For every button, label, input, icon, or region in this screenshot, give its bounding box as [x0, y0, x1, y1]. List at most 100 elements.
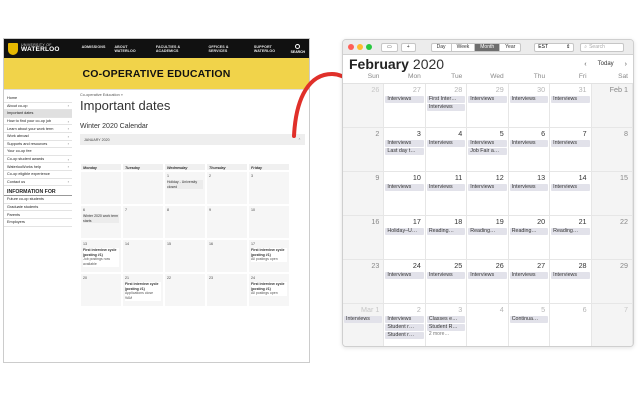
day-cell[interactable]: 31 Interviews — [550, 84, 592, 128]
calendar-event[interactable]: Continua… — [509, 316, 549, 323]
sidebar-item[interactable]: Your co-op fee — [4, 148, 72, 156]
calendar-event[interactable]: Interviews — [509, 96, 549, 103]
university-logo[interactable]: UNIVERSITY OF WATERLOO — [8, 42, 60, 55]
calendar-event[interactable]: Interviews — [551, 272, 590, 279]
day-cell[interactable]: 28 First Inter… Interviews — [425, 84, 468, 128]
close-window-icon[interactable] — [348, 44, 354, 50]
calendar-event[interactable]: Reading… — [509, 228, 549, 235]
day-cell[interactable]: 21 Reading… — [550, 216, 592, 260]
day-cell[interactable]: 18 Reading… — [425, 216, 468, 260]
calendar-event[interactable]: Interviews — [509, 140, 549, 147]
day-cell[interactable]: 3 Interviews Last day t… — [384, 128, 426, 172]
day-cell[interactable]: 7 Interviews — [550, 128, 592, 172]
search-button[interactable]: SEARCH — [291, 43, 305, 54]
calendar-event[interactable]: Interviews — [468, 140, 507, 147]
calendar-event[interactable]: Reading… — [426, 228, 466, 235]
day-cell[interactable]: 5 Continua… — [509, 304, 551, 346]
calendar-event[interactable]: Interviews — [385, 96, 424, 103]
day-cell[interactable]: 29 Interviews — [467, 84, 509, 128]
day-cell[interactable]: 26 — [343, 84, 385, 128]
day-cell[interactable]: 27 Interviews — [384, 84, 426, 128]
minimize-window-icon[interactable] — [357, 44, 363, 50]
calendar-event[interactable]: Student r… — [385, 324, 424, 331]
calendar-event[interactable]: Interviews — [509, 184, 549, 191]
calendar-event[interactable]: Interviews — [344, 316, 383, 323]
day-cell[interactable]: 6 Interviews — [508, 128, 551, 172]
calendar-event[interactable]: Interviews — [551, 140, 590, 147]
day-cell[interactable]: 29 — [591, 260, 633, 304]
calendar-event[interactable]: Interviews — [468, 272, 507, 279]
day-cell[interactable]: 16 — [343, 216, 385, 260]
nav-link[interactable]: OFFICES & SERVICES — [208, 45, 244, 53]
info-link[interactable]: Employers — [4, 219, 72, 227]
day-cell[interactable]: 23 — [343, 260, 385, 304]
web-calendar-event[interactable]: First interview cycle (posting #1) All po… — [251, 248, 287, 263]
sidebar-item[interactable]: Contact us › — [4, 179, 72, 187]
sidebar-item[interactable]: Important dates — [4, 110, 72, 118]
calendar-event[interactable]: Interviews — [426, 140, 466, 147]
view-week-button[interactable]: Week — [451, 42, 476, 52]
day-cell[interactable]: 25 Interviews — [425, 260, 468, 304]
calendar-event[interactable]: Reading… — [551, 228, 590, 235]
info-link[interactable]: Parents — [4, 211, 72, 219]
day-cell[interactable]: 22 — [591, 216, 633, 260]
calendar-event[interactable]: Interviews — [509, 272, 549, 279]
day-cell[interactable]: 3 Classes e… Student R… 2 more… — [426, 304, 468, 346]
web-calendar-event[interactable]: First interview cycle (posting #1) All po… — [251, 282, 287, 297]
day-cell[interactable]: 4 — [467, 304, 509, 346]
sidebar-item[interactable]: WaterlooWorks help › — [4, 163, 72, 171]
day-cell[interactable]: 4 Interviews — [425, 128, 468, 172]
sidebar-item[interactable]: Co-op eligible experience — [4, 171, 72, 179]
calendar-event[interactable]: Interviews — [551, 184, 590, 191]
calendar-event[interactable]: First Inter… — [426, 96, 466, 103]
calendar-event[interactable]: Interviews — [468, 184, 507, 191]
calendar-event[interactable]: Interviews — [426, 104, 466, 111]
view-year-button[interactable]: Year — [500, 42, 522, 52]
day-cell[interactable]: 20 Reading… — [508, 216, 551, 260]
day-cell[interactable]: 9 — [343, 172, 385, 216]
day-cell[interactable]: 8 — [591, 128, 633, 172]
sidebar-item[interactable]: Supports and resources › — [4, 141, 72, 149]
month-accordion[interactable]: JANUARY 2020 ⌃ — [80, 134, 305, 145]
web-calendar-event[interactable]: Winter 2020 work term starts — [83, 214, 119, 224]
sidebar-item[interactable]: Work abroad › — [4, 133, 72, 141]
today-button[interactable]: Today — [595, 60, 617, 68]
day-cell[interactable]: 5 Interviews Job Fair a… — [467, 128, 509, 172]
nav-link[interactable]: FACULTIES & ACADEMICS — [156, 45, 200, 53]
view-month-button[interactable]: Month — [475, 42, 501, 52]
breadcrumb[interactable]: Co-operative Education » — [80, 93, 305, 97]
calendar-event[interactable]: Student r… — [385, 332, 424, 339]
day-cell[interactable]: 10 Interviews — [384, 172, 426, 216]
calendar-event[interactable]: Interviews — [385, 140, 424, 147]
calendar-event[interactable]: Last day t… — [385, 148, 424, 155]
web-calendar-event[interactable]: First interview cycle (posting #1) Applic… — [125, 282, 161, 301]
calendar-event[interactable]: Job Fair a… — [468, 148, 507, 155]
calendar-event[interactable]: Interviews — [385, 272, 424, 279]
zoom-window-icon[interactable] — [366, 44, 372, 50]
day-cell[interactable]: Feb 1 — [591, 84, 633, 128]
previous-month-button[interactable]: ‹ — [584, 61, 586, 68]
calendar-event[interactable]: Interviews — [385, 184, 424, 191]
day-cell[interactable]: 12 Interviews — [467, 172, 509, 216]
web-calendar-event[interactable]: Holiday - University closed — [167, 180, 203, 190]
info-link[interactable]: Graduate students — [4, 204, 72, 212]
day-cell[interactable]: 7 — [591, 304, 633, 346]
day-cell[interactable]: 2 Interviews Student r… Student r… — [384, 304, 426, 346]
calendar-event[interactable]: Interviews — [426, 184, 466, 191]
day-cell[interactable]: 17 Holiday–U… — [384, 216, 426, 260]
day-cell[interactable]: 2 — [343, 128, 385, 172]
more-events-link[interactable]: 2 more… — [427, 331, 465, 338]
calendar-event[interactable]: Interviews — [468, 96, 507, 103]
web-calendar-event[interactable]: First interview cycle (posting #1) Job po… — [83, 248, 119, 267]
sidebar-item[interactable]: Learn about your work term › — [4, 125, 72, 133]
day-cell[interactable]: 24 Interviews — [384, 260, 426, 304]
sidebar-item[interactable]: How to find your co-op job › — [4, 118, 72, 126]
calendar-event[interactable]: Interviews — [426, 272, 466, 279]
calendar-event[interactable]: Reading… — [468, 228, 507, 235]
nav-link[interactable]: ADMISSIONS — [82, 45, 106, 53]
day-cell[interactable]: 14 Interviews — [550, 172, 592, 216]
calendar-event[interactable]: Interviews — [551, 96, 590, 103]
search-input[interactable]: ⌕ Search — [580, 42, 625, 52]
nav-link[interactable]: SUPPORT WATERLOO — [254, 45, 291, 53]
next-month-button[interactable]: › — [625, 61, 627, 68]
